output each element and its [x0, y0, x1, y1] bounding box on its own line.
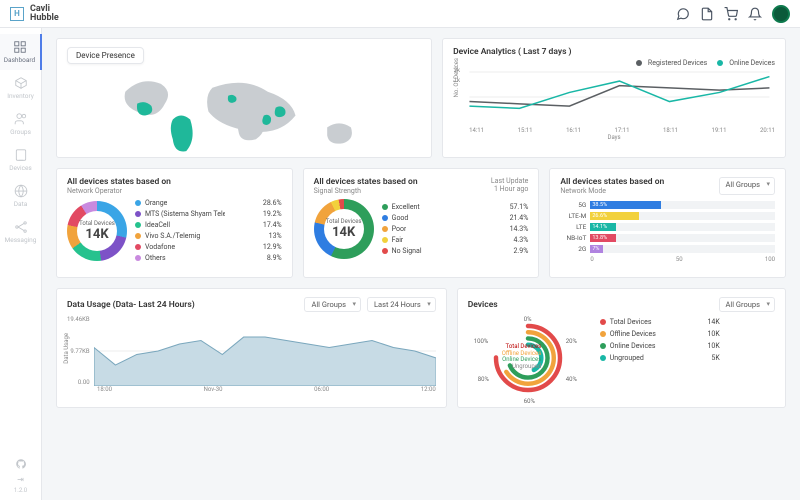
list-item: No Signal2.9%	[382, 247, 529, 255]
network-operator-card: All devices states based on Network Oper…	[56, 168, 293, 278]
world-map	[67, 68, 421, 163]
devices-groups-dropdown[interactable]: All Groups	[719, 297, 775, 312]
sidebar-item-inventory[interactable]: Inventory	[0, 70, 42, 106]
legend-online: Online Devices	[717, 59, 775, 67]
list-item: MTS (Sistema Shyam Tele...19.2%	[135, 210, 282, 218]
bell-icon[interactable]	[748, 7, 762, 21]
cart-icon[interactable]	[724, 7, 738, 21]
github-icon[interactable]	[16, 459, 26, 472]
data-usage-range-dropdown[interactable]: Last 24 Hours	[367, 297, 436, 312]
avatar[interactable]	[772, 5, 790, 23]
sidebar-item-dashboard[interactable]: Dashboard	[0, 34, 42, 70]
legend-registered: Registered Devices	[636, 59, 707, 67]
list-item: LTE14.1%	[560, 223, 775, 231]
analytics-title: Device Analytics ( Last 7 days )	[453, 47, 571, 57]
list-item: Offline Devices10K	[600, 330, 720, 338]
list-item: Poor14.3%	[382, 225, 529, 233]
network-operator-donut: Total Devices 14K	[67, 201, 127, 261]
chat-icon[interactable]	[676, 7, 690, 21]
list-item: Good21.4%	[382, 214, 529, 222]
device-icon	[14, 148, 28, 162]
brand: H Cavli Hubble	[10, 5, 59, 23]
grid-icon	[13, 40, 27, 54]
expand-icon[interactable]: ⇥	[17, 475, 24, 484]
data-usage-chart	[94, 316, 436, 386]
list-item: Fair4.3%	[382, 236, 529, 244]
sidebar-footer: ⇥ 1.2.0	[14, 459, 27, 494]
users-icon	[14, 112, 28, 126]
analytics-x-axis: 14:1115:1116:1117:1118:1119:1120:11	[453, 127, 775, 134]
sidebar-item-data[interactable]: Data	[0, 178, 42, 214]
list-item: Excellent57.1%	[382, 203, 529, 211]
list-item: LTE-M26.6%	[560, 212, 775, 220]
sidebar-item-label: Data	[14, 200, 27, 208]
analytics-chart	[464, 67, 775, 127]
list-item: IdeaCell17.4%	[135, 221, 282, 229]
top-actions	[676, 5, 790, 23]
document-icon[interactable]	[700, 7, 714, 21]
sidebar-item-devices[interactable]: Devices	[0, 142, 42, 178]
network-mode-card: All devices states based on Network Mode…	[549, 168, 786, 278]
list-item: Online Devices10K	[600, 342, 720, 350]
list-item: Orange28.6%	[135, 199, 282, 207]
sidebar-item-label: Dashboard	[4, 56, 35, 64]
sidebar-item-label: Inventory	[7, 92, 34, 100]
list-item: Vodafone12.9%	[135, 243, 282, 251]
signal-strength-donut: Total Devices 14K	[314, 199, 374, 259]
sidebar-item-messaging[interactable]: Messaging	[0, 214, 42, 250]
nodes-icon	[14, 220, 28, 234]
version: 1.2.0	[14, 487, 27, 494]
list-item: Ungrouped5K	[600, 354, 720, 362]
data-usage-groups-dropdown[interactable]: All Groups	[304, 297, 360, 312]
list-item: 5G38.5%	[560, 201, 775, 209]
list-item: NB-IoT13.8%	[560, 234, 775, 242]
brand-logo-icon: H	[10, 7, 24, 21]
cube-icon	[14, 76, 28, 90]
list-item: 2G7%	[560, 245, 775, 253]
devices-card: Devices All Groups	[457, 288, 786, 408]
brand-line2: Hubble	[30, 14, 59, 23]
list-item: Vivo S.A./Telemig13%	[135, 232, 282, 240]
sidebar-item-label: Devices	[9, 164, 32, 172]
top-bar: H Cavli Hubble	[0, 0, 800, 28]
analytics-ylabel: No. Of Devices	[453, 58, 460, 97]
data-usage-x-axis: 18:00Nov-3006:0012:00	[67, 386, 436, 393]
analytics-xlabel: Days	[453, 134, 775, 141]
list-item: Total Devices14K	[600, 318, 720, 326]
devices-gauge: Total Devices Offline Devices Online Dev…	[468, 318, 588, 398]
sidebar: Dashboard Inventory Groups Devices Data Messa…	[0, 28, 42, 500]
network-mode-groups-dropdown[interactable]: All Groups	[719, 177, 775, 195]
sidebar-item-groups[interactable]: Groups	[0, 106, 42, 142]
device-presence-card: Device Presence	[56, 38, 432, 158]
brand-text: Cavli Hubble	[30, 5, 59, 23]
device-presence-title: Device Presence	[67, 47, 144, 64]
list-item: Others8.9%	[135, 254, 282, 262]
device-analytics-card: Device Analytics ( Last 7 days ) Registe…	[442, 38, 786, 158]
main-content: Device Presence	[42, 28, 800, 500]
sidebar-item-label: Messaging	[5, 236, 37, 244]
sidebar-item-label: Groups	[10, 128, 31, 136]
signal-strength-card: All devices states based on Signal Stren…	[303, 168, 540, 278]
data-usage-card: Data Usage (Data- Last 24 Hours) All Gro…	[56, 288, 447, 408]
globe-icon	[14, 184, 28, 198]
